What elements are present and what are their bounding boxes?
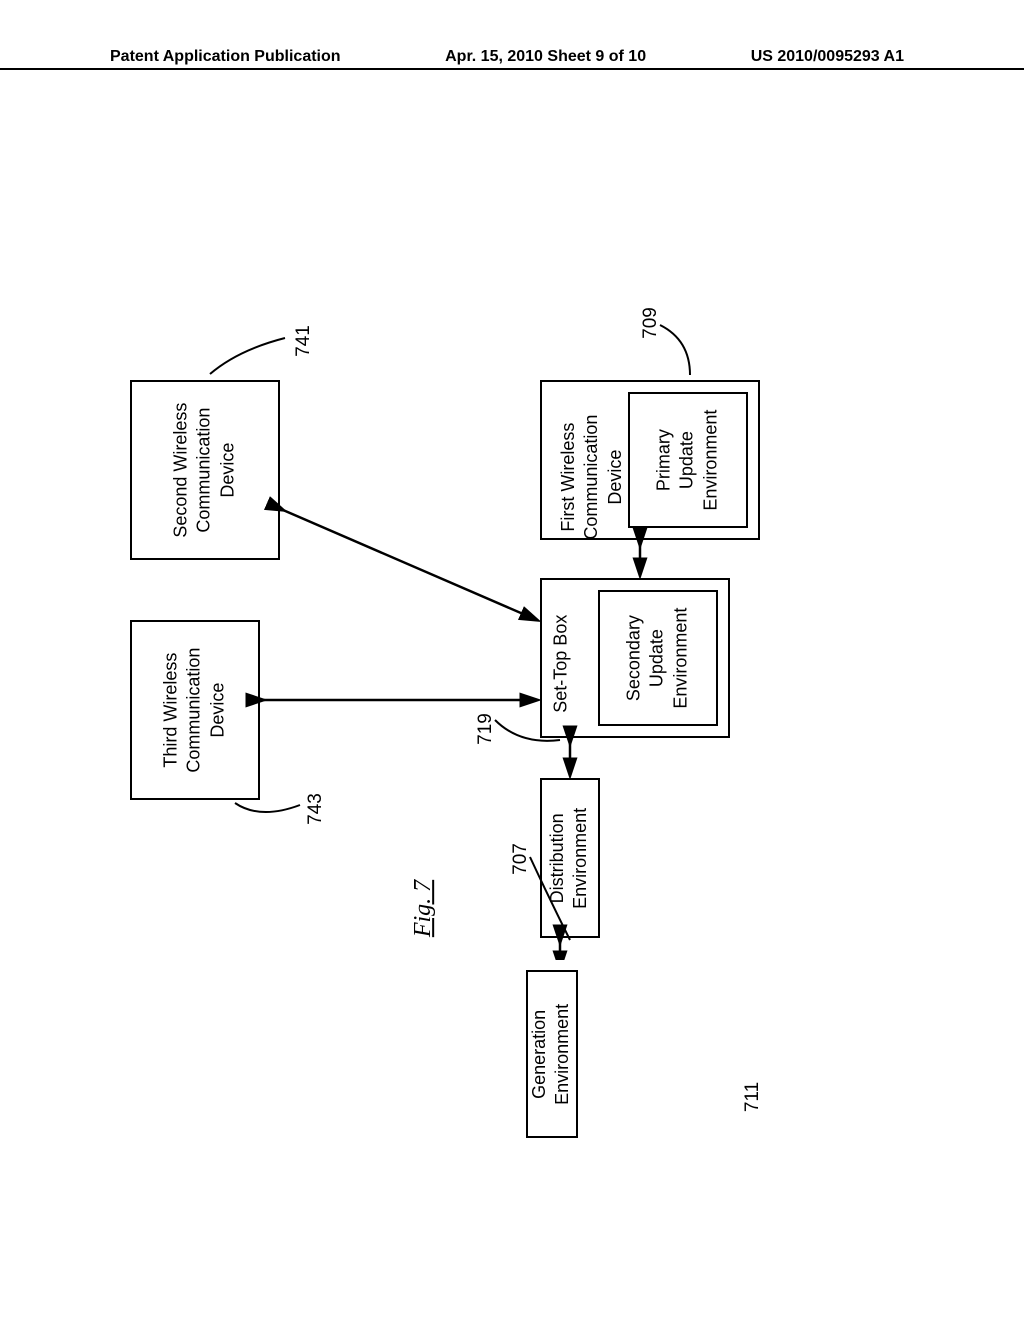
distribution-label: DistributionEnvironment: [547, 807, 594, 908]
header-rule: Patent Application Publication Apr. 15, …: [0, 68, 1024, 98]
ref-711: 711: [742, 1082, 764, 1112]
secondary-env-label: SecondaryUpdateEnvironment: [623, 607, 693, 708]
header-right: US 2010/0095293 A1: [751, 48, 904, 66]
second-device-label: Second WirelessCommunicationDevice: [170, 402, 240, 537]
third-wireless-device-box: Third WirelessCommunicationDevice: [130, 620, 260, 800]
settop-label: Set-Top Box: [549, 615, 572, 713]
distribution-env-box: DistributionEnvironment: [540, 778, 600, 938]
ref-707: 707: [510, 843, 532, 875]
first-device-label: First WirelessCommunicationDevice: [557, 392, 627, 562]
generation-env-box: GenerationEnvironment: [526, 970, 578, 1138]
third-device-label: Third WirelessCommunicationDevice: [160, 647, 230, 772]
diagram-container: First WirelessCommunicationDevice Primar…: [130, 300, 770, 960]
header-left: Patent Application Publication: [110, 48, 341, 66]
primary-update-env-box: PrimaryUpdateEnvironment: [628, 392, 748, 528]
secondary-update-env-box: SecondaryUpdateEnvironment: [598, 590, 718, 726]
figure-label: Fig. 7: [410, 880, 437, 937]
ref-741: 741: [293, 325, 315, 357]
primary-env-label: PrimaryUpdateEnvironment: [653, 409, 723, 510]
second-wireless-device-box: Second WirelessCommunicationDevice: [130, 380, 280, 560]
ref-719: 719: [475, 713, 497, 745]
ref-709: 709: [640, 307, 662, 339]
generation-label: GenerationEnvironment: [529, 1003, 576, 1104]
ref-743: 743: [305, 793, 327, 825]
header-center: Apr. 15, 2010 Sheet 9 of 10: [445, 48, 646, 66]
